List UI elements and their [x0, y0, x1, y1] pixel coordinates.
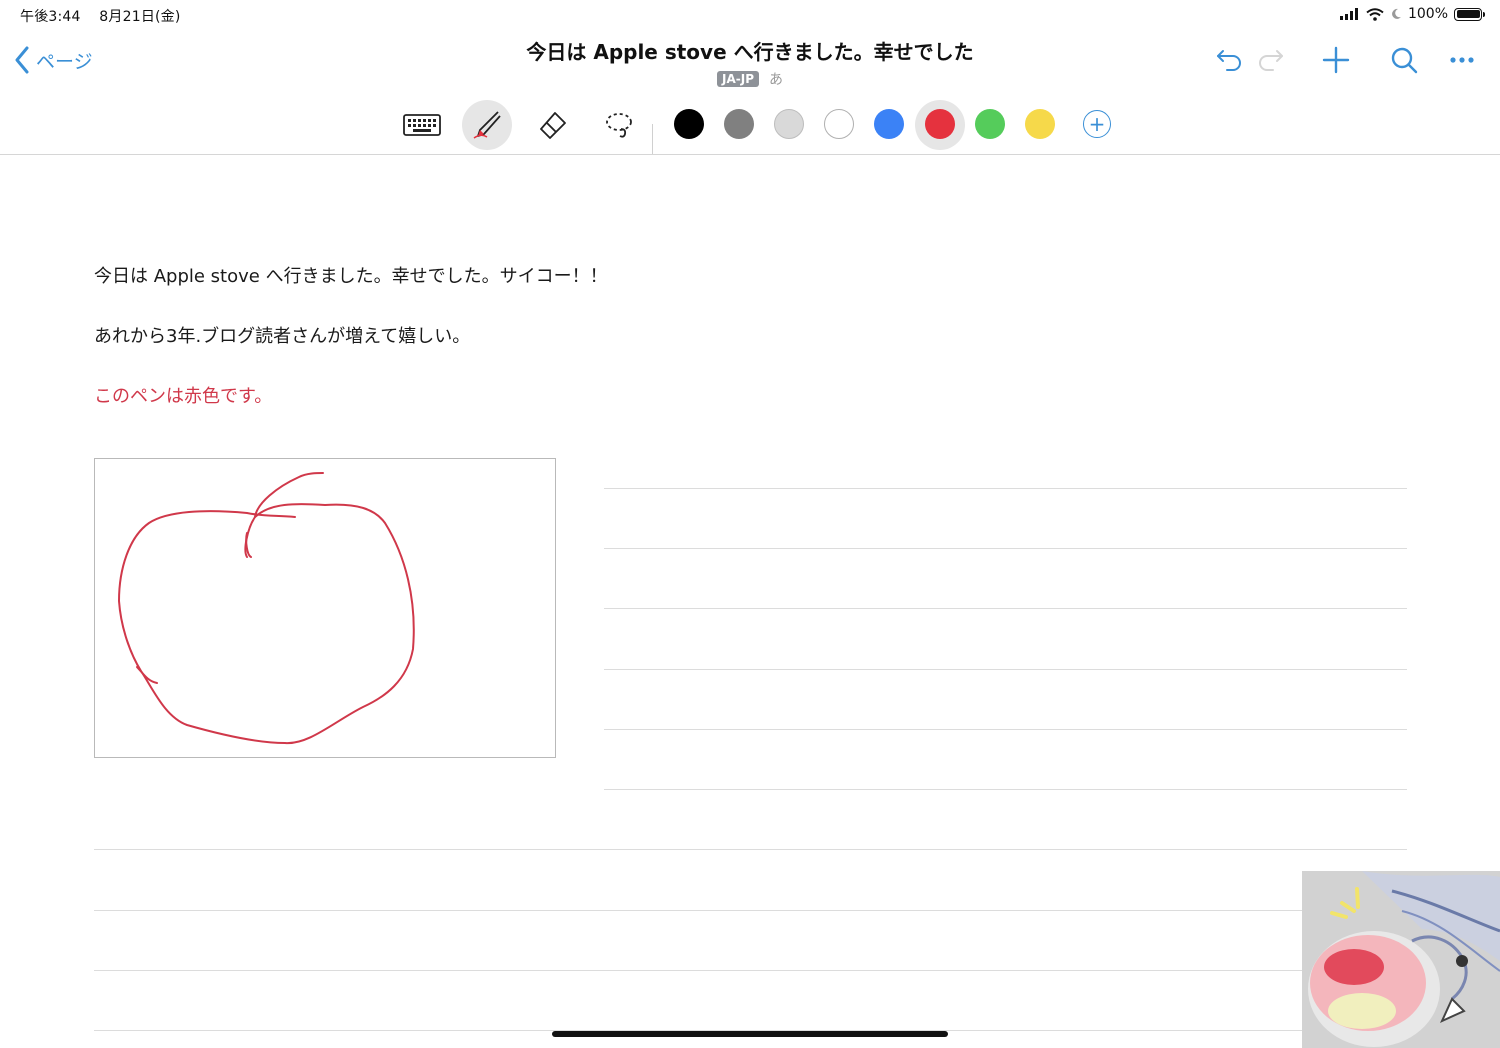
apple-sketch-drawing [118, 472, 415, 745]
ruled-line [604, 789, 1407, 790]
note-line-2[interactable]: あれから3年.ブログ読者さんが増えて嬉しい。 [94, 322, 470, 348]
add-color-button[interactable]: + [1083, 110, 1111, 138]
redo-button[interactable] [1252, 42, 1288, 78]
color-swatch-yellow[interactable] [1025, 109, 1055, 139]
status-time: 午後3:44 [20, 9, 81, 25]
status-bar-left: 午後3:44 8月21日(金) [20, 6, 195, 26]
ruled-line [604, 608, 1407, 609]
mascot-sticker-image [1302, 871, 1500, 1048]
pen-tool-button[interactable] [462, 100, 512, 150]
pen-icon [473, 111, 501, 139]
lasso-tool-button[interactable] [594, 100, 644, 150]
add-button[interactable] [1318, 42, 1354, 78]
undo-button[interactable] [1212, 42, 1248, 78]
color-swatch-black[interactable] [674, 109, 704, 139]
color-swatch-white[interactable] [824, 109, 854, 139]
color-swatch-light-gray[interactable] [774, 109, 804, 139]
ruled-line [94, 910, 1302, 911]
home-indicator[interactable] [552, 1031, 948, 1037]
color-swatch-red[interactable] [925, 109, 955, 139]
notes-app-screen: 午後3:44 8月21日(金) 100% ページ 今日は Apple stove… [0, 0, 1500, 1048]
status-date: 8月21日(金) [99, 9, 181, 25]
ruled-line [604, 488, 1407, 489]
note-line-3-red[interactable]: このペンは赤色です。 [94, 382, 272, 408]
plus-icon [1322, 46, 1350, 74]
mascot-illustration [1302, 871, 1500, 1048]
search-button[interactable] [1386, 42, 1422, 78]
battery-icon [1454, 7, 1485, 21]
color-swatch-gray[interactable] [724, 109, 754, 139]
ruled-line [94, 849, 1407, 850]
color-swatch-blue[interactable] [874, 109, 904, 139]
more-button[interactable] [1444, 42, 1480, 78]
eraser-tool-button[interactable] [527, 100, 577, 150]
ruled-line [604, 729, 1407, 730]
ruled-line [604, 548, 1407, 549]
status-bar-right: 100% [1339, 6, 1485, 22]
ruled-line [94, 970, 1302, 971]
battery-percent: 100% [1407, 6, 1448, 22]
keyboard-tool-button[interactable] [397, 100, 447, 150]
cellular-signal-icon [1339, 8, 1358, 20]
kana-toggle[interactable]: あ [769, 69, 783, 89]
note-line-1[interactable]: 今日は Apple stove へ行きました。幸せでした。サイコー！！ [94, 262, 608, 288]
toolbar-divider [652, 124, 653, 154]
search-icon [1391, 47, 1418, 74]
redo-icon [1259, 50, 1283, 71]
undo-icon [1217, 50, 1241, 71]
do-not-disturb-moon-icon [1392, 8, 1401, 19]
handwriting-drawing-area[interactable] [94, 458, 556, 758]
ruled-line [604, 669, 1407, 670]
drawing-toolbar: + [0, 96, 1500, 154]
eraser-icon [540, 112, 566, 139]
wifi-icon [1366, 7, 1384, 21]
toolbar-bottom-border [0, 154, 1500, 155]
lasso-icon [606, 113, 632, 138]
nav-actions [1212, 42, 1480, 78]
language-badge[interactable]: JA-JP [717, 71, 759, 87]
color-swatch-green[interactable] [975, 109, 1005, 139]
more-dots-icon [1450, 57, 1474, 63]
keyboard-icon [403, 114, 441, 136]
